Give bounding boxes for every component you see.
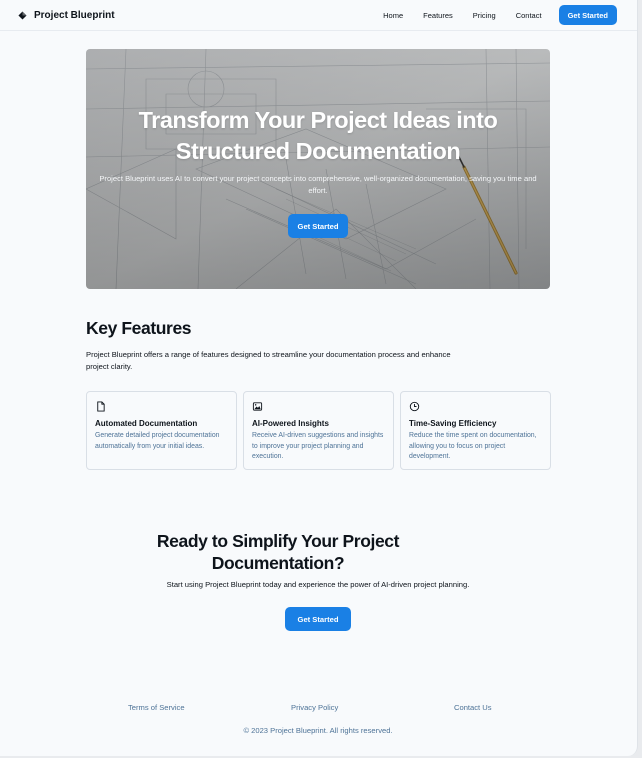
nav-home[interactable]: Home: [383, 11, 403, 20]
hero-content: Transform Your Project Ideas into Struct…: [86, 105, 550, 238]
hero-section: Transform Your Project Ideas into Struct…: [86, 49, 550, 289]
nav-contact[interactable]: Contact: [516, 11, 542, 20]
brand-name: Project Blueprint: [34, 9, 115, 21]
brand[interactable]: Project Blueprint: [18, 10, 115, 21]
feature-cards: Automated Documentation Generate detaile…: [86, 391, 551, 470]
feature-card-title: Time-Saving Efficiency: [409, 419, 497, 428]
image-icon: [252, 402, 263, 411]
feature-card-description: Generate detailed project documentation …: [95, 432, 220, 450]
logo-icon: [18, 10, 27, 20]
feature-card-title: AI-Powered Insights: [252, 419, 329, 428]
features-title: Key Features: [86, 318, 192, 338]
hero-subtitle: Project Blueprint uses AI to convert you…: [99, 174, 537, 195]
nav-pricing[interactable]: Pricing: [473, 11, 496, 20]
footer-link-privacy[interactable]: Privacy Policy: [291, 703, 338, 712]
clock-icon: [409, 401, 420, 412]
hero-get-started-button[interactable]: Get Started: [287, 214, 349, 238]
hero-title: Transform Your Project Ideas into Struct…: [138, 107, 498, 164]
site-header: Project Blueprint Home Features Pricing …: [0, 0, 637, 31]
feature-card: Automated Documentation Generate detaile…: [86, 391, 237, 470]
page: Project Blueprint Home Features Pricing …: [0, 0, 638, 756]
copyright: © 2023 Project Blueprint. All rights res…: [243, 726, 393, 735]
feature-card-title: Automated Documentation: [95, 419, 198, 428]
features-description: Project Blueprint offers a range of feat…: [86, 350, 451, 371]
cta-title: Ready to Simplify Your Project Documenta…: [156, 531, 400, 573]
cta-subtitle: Start using Project Blueprint today and …: [166, 580, 470, 589]
feature-card: Time-Saving Efficiency Reduce the time s…: [400, 391, 551, 470]
feature-card-description: Receive AI-driven suggestions and insigh…: [252, 432, 384, 460]
header-get-started-button[interactable]: Get Started: [558, 5, 617, 25]
feature-card: AI-Powered Insights Receive AI-driven su…: [243, 391, 394, 470]
feature-card-description: Reduce the time spent on documentation, …: [409, 432, 537, 460]
nav-features[interactable]: Features: [423, 11, 453, 20]
cta-get-started-button[interactable]: Get Started: [285, 607, 351, 631]
main-nav: Home Features Pricing Contact Get Starte…: [383, 5, 617, 25]
footer-link-contact[interactable]: Contact Us: [454, 703, 492, 712]
footer-link-terms[interactable]: Terms of Service: [128, 703, 185, 712]
document-icon: [97, 401, 105, 412]
